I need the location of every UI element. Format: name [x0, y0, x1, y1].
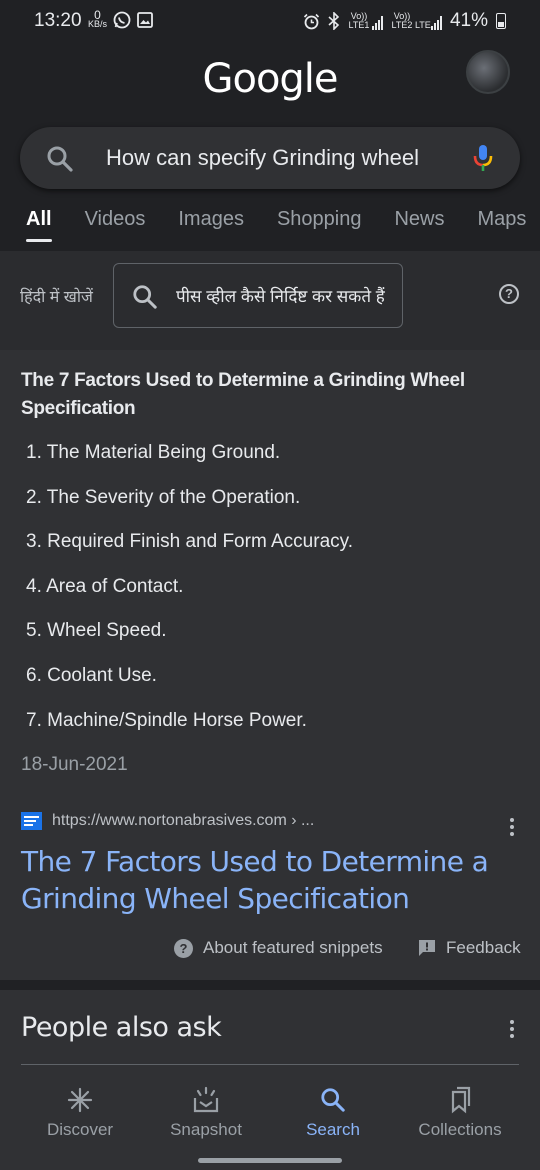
tab-images[interactable]: Images — [178, 208, 244, 242]
help-icon[interactable]: ? — [499, 284, 519, 304]
nav-label: Search — [306, 1120, 360, 1139]
status-right-icons: Vo)) LTE1 Vo)) LTE2 LTE 41% — [303, 10, 506, 32]
mic-icon[interactable] — [472, 143, 494, 178]
bookmarks-icon — [395, 1086, 525, 1114]
list-item: 1. The Material Being Ground. — [26, 442, 281, 463]
nav-discover[interactable]: Discover — [15, 1086, 145, 1140]
divider — [21, 1064, 519, 1065]
tab-videos[interactable]: Videos — [85, 208, 146, 242]
people-also-ask: People also ask — [0, 990, 540, 1090]
people-also-ask-title: People also ask — [21, 1012, 222, 1043]
nav-label: Snapshot — [170, 1120, 242, 1139]
signal-strength-icon — [430, 16, 442, 30]
gesture-home-bar[interactable] — [198, 1158, 342, 1163]
search-icon — [46, 145, 74, 178]
about-featured-snippets-link[interactable]: ? About featured snippets — [174, 938, 383, 958]
feedback-link[interactable]: Feedback — [418, 938, 521, 958]
bluetooth-icon — [328, 12, 340, 30]
feedback-label: Feedback — [446, 938, 521, 957]
tab-maps[interactable]: Maps — [478, 208, 527, 242]
list-item: 7. Machine/Spindle Horse Power. — [26, 709, 307, 731]
battery-percent: 41% — [449, 10, 488, 31]
search-icon — [268, 1086, 398, 1114]
google-logo[interactable]: Google — [0, 56, 540, 102]
signal-strength-icon — [371, 16, 383, 30]
more-options-icon[interactable] — [510, 1020, 514, 1041]
bottom-navigation: Discover Snapshot Search Collections — [0, 1076, 540, 1170]
help-circle-icon: ? — [174, 938, 193, 958]
hindi-search-label: हिंदी में खोजें — [20, 289, 93, 306]
list-item: 6. Coolant Use. — [26, 664, 157, 686]
snippet-date: 18-Jun-2021 — [21, 754, 128, 775]
nav-label: Collections — [418, 1120, 502, 1139]
account-avatar[interactable] — [466, 50, 510, 94]
data-speed-indicator: 0 KB/s — [88, 8, 108, 29]
list-item: 4. Area of Contact. — [26, 575, 184, 597]
status-time: 13:20 — [34, 10, 82, 31]
featured-snippet: The 7 Factors Used to Determine a Grindi… — [0, 350, 540, 980]
battery-icon — [496, 13, 506, 29]
more-options-icon[interactable] — [510, 818, 514, 839]
search-box[interactable]: How can specify Grinding wheel — [20, 127, 520, 189]
result-title-link[interactable]: The 7 Factors Used to Determine a Grindi… — [21, 843, 521, 917]
tab-all[interactable]: All — [26, 208, 52, 242]
tab-news[interactable]: News — [394, 208, 444, 242]
sim2-indicator: Vo)) LTE2 LTE — [391, 12, 442, 30]
nav-snapshot[interactable]: Snapshot — [141, 1086, 271, 1140]
asterisk-icon — [15, 1086, 145, 1114]
status-left-icons: 0 KB/s — [88, 8, 153, 29]
snippet-list: 1. The Material Being Ground. 2. The Sev… — [26, 440, 353, 752]
result-source[interactable]: https://www.nortonabrasives.com › ... — [21, 812, 314, 830]
search-query[interactable]: How can specify Grinding wheel — [106, 145, 419, 171]
about-label: About featured snippets — [203, 938, 383, 957]
snippet-title: The 7 Factors Used to Determine a Grindi… — [21, 370, 465, 419]
site-favicon-icon — [21, 812, 42, 830]
nav-search[interactable]: Search — [268, 1086, 398, 1140]
search-tabs: All Videos Images Shopping News Maps — [26, 208, 540, 248]
hindi-search-query: पीस व्हील कैसे निर्दिष्ट कर सकते हैं — [176, 287, 385, 306]
result-url[interactable]: https://www.nortonabrasives.com › ... — [52, 812, 314, 830]
feedback-icon — [419, 940, 435, 956]
snapshot-icon — [141, 1086, 271, 1114]
snippet-footer: ? About featured snippets Feedback — [0, 938, 540, 962]
alarm-icon — [303, 13, 320, 29]
nav-collections[interactable]: Collections — [395, 1086, 525, 1140]
tab-shopping[interactable]: Shopping — [277, 208, 362, 242]
sim1-indicator: Vo)) LTE1 — [348, 12, 383, 30]
whatsapp-icon — [113, 11, 131, 28]
list-item: 2. The Severity of the Operation. — [26, 486, 301, 508]
hindi-search-suggestion[interactable]: पीस व्हील कैसे निर्दिष्ट कर सकते हैं — [113, 263, 403, 328]
nav-label: Discover — [46, 1120, 114, 1139]
hindi-search-band: हिंदी में खोजें पीस व्हील कैसे निर्दिष्ट… — [0, 251, 540, 350]
list-item: 5. Wheel Speed. — [26, 620, 167, 642]
search-icon — [132, 284, 158, 315]
gallery-icon — [137, 11, 153, 28]
status-bar: 13:20 0 KB/s Vo)) LTE1 Vo)) LTE2 LTE 41% — [0, 0, 540, 44]
list-item: 3. Required Finish and Form Accuracy. — [26, 531, 354, 553]
